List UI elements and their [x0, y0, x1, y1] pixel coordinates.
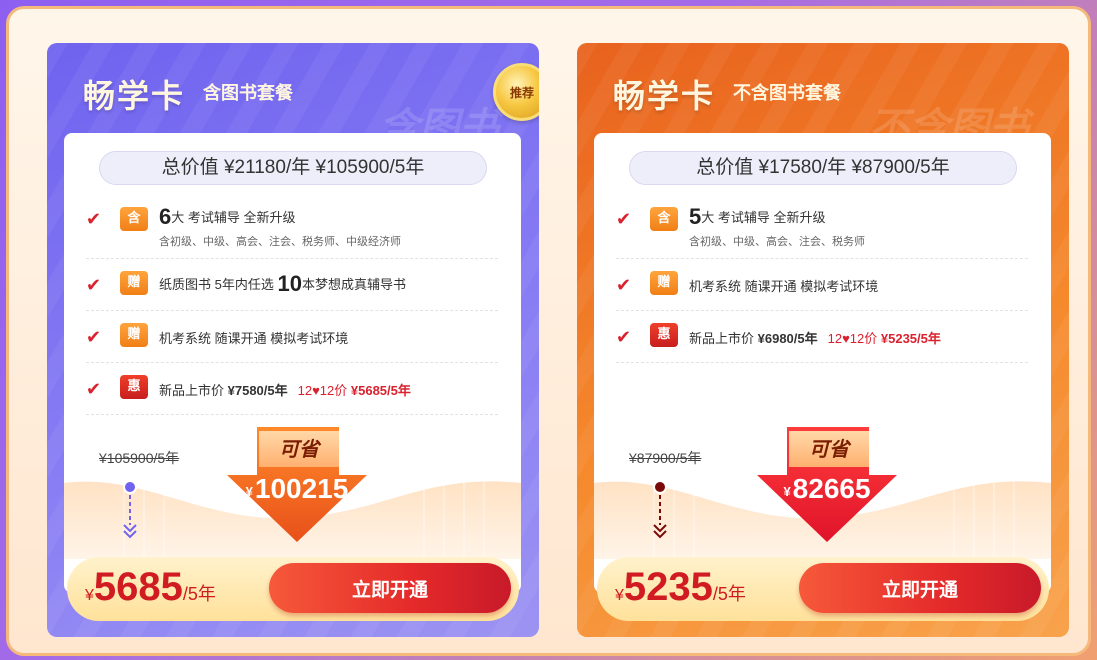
feature-row: ✔ 惠 新品上市价 ¥6980/5年 12♥12价 ¥5235/5年 — [616, 311, 1028, 363]
current-price: ¥5685/5年 — [85, 565, 216, 609]
original-price: ¥105900/5年 — [99, 450, 180, 466]
price-bar: ¥5685/5年 立即开通 — [67, 557, 519, 621]
card-title: 畅学卡 — [613, 77, 716, 115]
feature-row: ✔ 含 5大 考试辅导 全新升级 含初级、中级、高会、注会、税务师 — [616, 197, 1028, 259]
card-subtitle: 不含图书套餐 — [733, 83, 841, 104]
total-value: 总价值 ¥21180/年 ¥105900/5年 — [99, 151, 487, 185]
gift-tag: 赠 — [120, 271, 148, 295]
savings-amount: ¥82665 — [783, 473, 871, 504]
price-bar: ¥5235/5年 立即开通 — [597, 557, 1049, 621]
check-icon: ✔ — [616, 327, 632, 348]
card-subtitle: 含图书套餐 — [203, 83, 293, 104]
check-icon: ✔ — [86, 209, 102, 230]
include-tag: 含 — [120, 207, 148, 231]
plan-card-with-books: 畅学卡 含图书套餐 含图书 推荐 总价值 ¥21180/年 ¥105900/5年… — [47, 43, 539, 637]
feature-text: 机考系统 随课开通 模拟考试环境 — [689, 279, 879, 294]
feature-row: ✔ 赠 机考系统 随课开通 模拟考试环境 — [616, 259, 1028, 311]
pricing-container: 畅学卡 含图书套餐 含图书 推荐 总价值 ¥21180/年 ¥105900/5年… — [6, 6, 1091, 656]
feature-text: 新品上市价 ¥7580/5年 12♥12价 ¥5685/5年 — [159, 383, 411, 398]
save-label: 可省 — [809, 437, 849, 461]
savings-amount: ¥100215 — [245, 473, 349, 504]
gift-tag: 赠 — [120, 323, 148, 347]
feature-text: 6大 考试辅导 全新升级 — [159, 204, 296, 229]
check-icon: ✔ — [616, 209, 632, 230]
feature-subtext: 含初级、中级、高会、注会、税务师、中级经济师 — [159, 236, 401, 248]
total-value: 总价值 ¥17580/年 ¥87900/5年 — [629, 151, 1017, 185]
feature-text: 新品上市价 ¥6980/5年 12♥12价 ¥5235/5年 — [689, 331, 941, 346]
save-label: 可省 — [279, 437, 319, 461]
plan-card-without-books: 畅学卡 不含图书套餐 不含图书 总价值 ¥17580/年 ¥87900/5年 ✔… — [577, 43, 1069, 637]
savings-arrow: 可省 ¥100215 — [227, 427, 367, 542]
check-icon: ✔ — [86, 379, 102, 400]
savings-arrow: 可省 ¥82665 — [757, 427, 897, 542]
open-now-button[interactable]: 立即开通 — [269, 563, 511, 613]
feature-row: ✔ 赠 机考系统 随课开通 模拟考试环境 — [86, 311, 498, 363]
feature-subtext: 含初级、中级、高会、注会、税务师 — [689, 236, 865, 248]
discount-tag: 惠 — [120, 375, 148, 399]
check-icon: ✔ — [86, 327, 102, 348]
discount-tag: 惠 — [650, 323, 678, 347]
feature-row: ✔ 赠 纸质图书 5年内任选 10本梦想成真辅导书 — [86, 259, 498, 311]
feature-row: ✔ 惠 新品上市价 ¥7580/5年 12♥12价 ¥5685/5年 — [86, 363, 498, 415]
feature-list: ✔ 含 5大 考试辅导 全新升级 含初级、中级、高会、注会、税务师 ✔ 赠 机考… — [616, 197, 1028, 363]
feature-text: 纸质图书 5年内任选 10本梦想成真辅导书 — [159, 271, 406, 296]
original-price: ¥87900/5年 — [629, 450, 702, 466]
check-icon: ✔ — [616, 275, 632, 296]
gift-tag: 赠 — [650, 271, 678, 295]
check-icon: ✔ — [86, 275, 102, 296]
feature-text: 5大 考试辅导 全新升级 — [689, 204, 826, 229]
current-price: ¥5235/5年 — [615, 565, 746, 609]
include-tag: 含 — [650, 207, 678, 231]
recommended-badge: 推荐 — [493, 63, 539, 121]
feature-list: ✔ 含 6大 考试辅导 全新升级 含初级、中级、高会、注会、税务师、中级经济师 … — [86, 197, 498, 415]
card-title: 畅学卡 — [83, 77, 186, 115]
feature-text: 机考系统 随课开通 模拟考试环境 — [159, 331, 349, 346]
feature-row: ✔ 含 6大 考试辅导 全新升级 含初级、中级、高会、注会、税务师、中级经济师 — [86, 197, 498, 259]
open-now-button[interactable]: 立即开通 — [799, 563, 1041, 613]
